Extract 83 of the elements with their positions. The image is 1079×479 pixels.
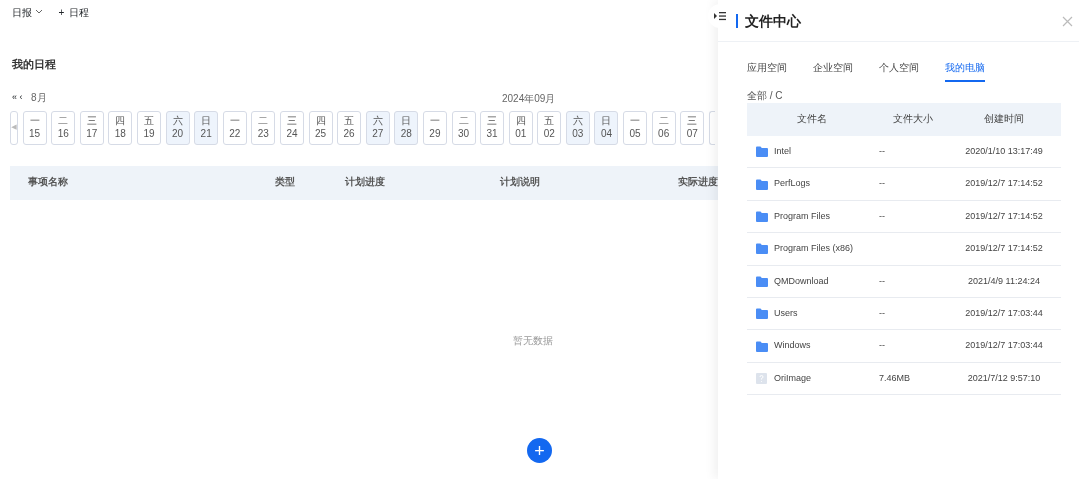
created-time: 2021/4/9 11:24:24 [968, 275, 1040, 286]
date-chip[interactable]: 三 17 [79, 110, 104, 145]
date-chip[interactable]: 五 02 [537, 110, 562, 145]
column-header: 计划说明 [500, 175, 540, 190]
date-chip[interactable]: 一 22 [222, 110, 247, 145]
date-chip[interactable]: 三 24 [279, 110, 304, 145]
date-chip[interactable]: 一 29 [422, 110, 447, 145]
month-label: 8月 [31, 91, 47, 105]
date-chip[interactable]: 六 20 [165, 110, 190, 145]
tab[interactable]: 企业空间 [813, 56, 853, 82]
created-time: 2019/12/7 17:03:44 [965, 307, 1043, 318]
add-schedule-button[interactable]: + 日程 [58, 4, 90, 20]
drawer-title: 文件中心 [736, 13, 801, 28]
date-chip[interactable]: 二 30 [451, 110, 476, 145]
date-chip[interactable]: 日 21 [194, 110, 219, 145]
folder-icon [756, 340, 768, 352]
folder-icon [756, 243, 768, 255]
file-size: 7.46MB [879, 372, 911, 383]
date-chip[interactable]: 三 07 [680, 110, 705, 145]
file-name[interactable]: PerfLogs [774, 177, 811, 191]
created-time: 2019/12/7 17:14:52 [965, 243, 1043, 254]
file-name[interactable]: QMDownload [774, 274, 829, 288]
column-header: 文件名 [796, 112, 828, 127]
date-chip[interactable]: 五 26 [337, 110, 362, 145]
file-size: -- [879, 178, 885, 189]
date-chip[interactable]: 五 19 [136, 110, 161, 145]
file-name[interactable]: Program Files (x86) [774, 242, 854, 256]
caret-icon [34, 9, 43, 15]
date-chip[interactable]: 四 25 [308, 110, 333, 145]
tab[interactable]: 个人空间 [879, 56, 919, 82]
file-name[interactable]: Program Files [774, 209, 830, 224]
prev-year-button[interactable]: « [12, 90, 17, 105]
column-header: 事项名称 [28, 175, 68, 190]
created-time: 2019/12/7 17:14:52 [965, 210, 1043, 221]
folder-icon [756, 275, 768, 287]
folder-icon [756, 178, 768, 190]
plus-icon: + [534, 440, 545, 461]
date-chip[interactable]: 六 03 [565, 110, 590, 145]
created-time: 2019/12/7 17:03:44 [965, 340, 1043, 351]
date-chip[interactable]: 日 28 [394, 110, 419, 145]
column-header: 计划进度 [345, 175, 385, 190]
file-name[interactable]: OriImage [774, 371, 811, 386]
empty-message: 暂无数据 [513, 334, 553, 348]
add-button[interactable]: + [527, 438, 552, 463]
created-time: 2021/7/12 9:57:10 [967, 372, 1041, 383]
tab[interactable]: 应用空间 [747, 56, 787, 82]
file-size: -- [879, 340, 885, 351]
date-chip [708, 110, 715, 145]
tab[interactable]: 我的电脑 [945, 56, 985, 82]
column-header: 类型 [275, 175, 295, 190]
column-header: 文件大小 [892, 112, 934, 127]
menu-icon [714, 11, 726, 21]
column-header: 实际进度 [678, 175, 718, 190]
created-time: 2019/12/7 17:14:52 [965, 178, 1043, 189]
column-header: 创建时间 [983, 112, 1025, 127]
plus-icon: + [58, 4, 65, 20]
date-chip[interactable]: 二 23 [251, 110, 276, 145]
report-dropdown[interactable]: 日报 [12, 4, 43, 20]
date-chip[interactable]: 三 31 [480, 110, 505, 145]
unknown-file-icon [756, 372, 768, 384]
date-chip[interactable]: 二 16 [51, 110, 76, 145]
file-size: -- [879, 210, 885, 221]
folder-icon [756, 146, 768, 158]
date-chip[interactable]: 四 18 [108, 110, 133, 145]
date-chip[interactable]: 四 01 [508, 110, 533, 145]
folder-icon [756, 308, 768, 320]
date-chip[interactable]: 一 15 [22, 110, 47, 145]
page-title: 我的日程 [12, 57, 57, 72]
date-chip[interactable]: 日 04 [594, 110, 619, 145]
breadcrumb: 全部 / C [747, 89, 784, 103]
file-size: -- [879, 307, 885, 318]
created-time: 2020/1/10 13:17:49 [965, 145, 1043, 156]
file-size: -- [879, 145, 885, 156]
file-name[interactable]: Intel [774, 144, 791, 159]
date-chip[interactable]: 六 27 [365, 110, 390, 145]
file-name[interactable]: Windows [774, 339, 811, 353]
date-chip[interactable]: 二 06 [651, 110, 676, 145]
prev-month-button[interactable]: ‹ [19, 90, 23, 105]
date-chip[interactable]: 一 05 [623, 110, 648, 145]
current-month: 2024年09月 [502, 91, 556, 106]
file-name[interactable]: Users [774, 306, 798, 321]
folder-icon [756, 210, 768, 222]
file-size: -- [879, 275, 885, 286]
